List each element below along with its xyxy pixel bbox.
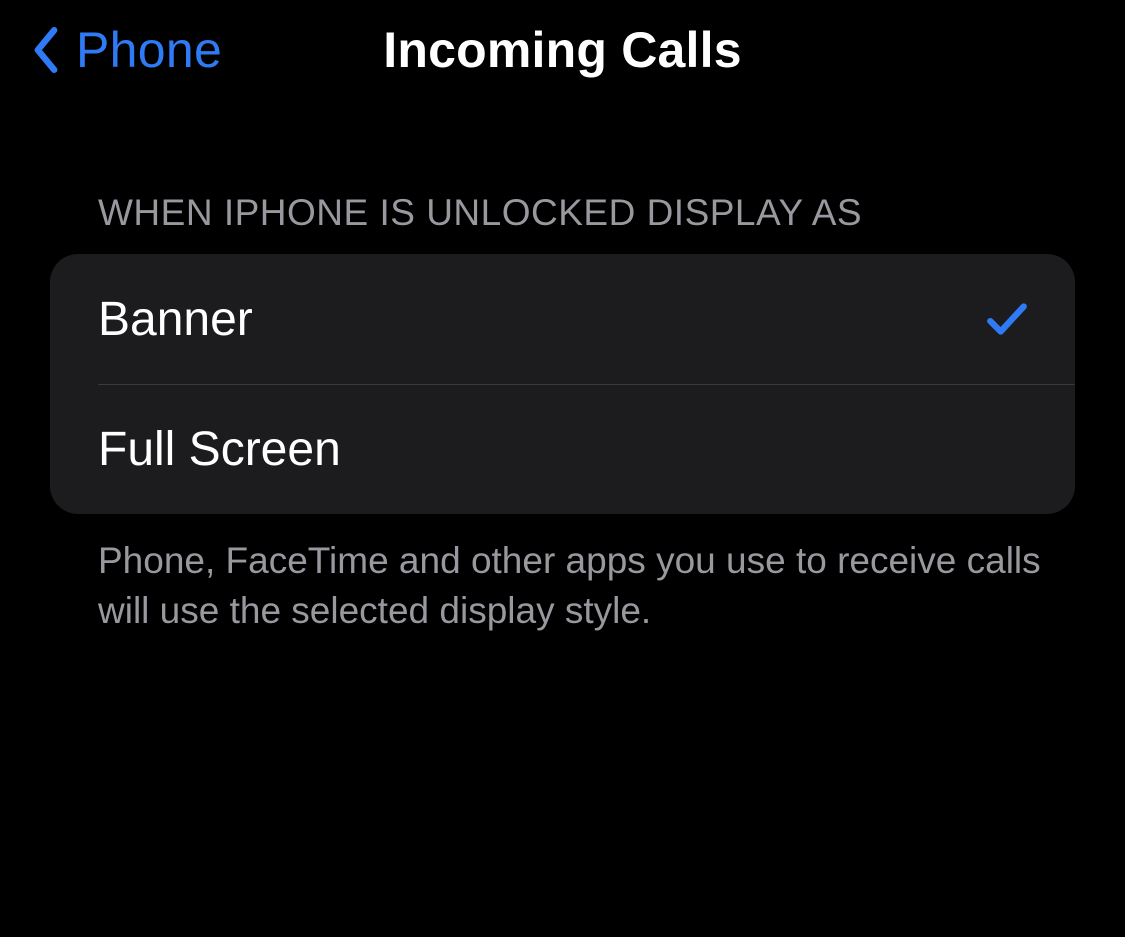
checkmark-icon	[983, 295, 1031, 343]
navigation-bar: Phone Incoming Calls	[0, 0, 1125, 100]
chevron-left-icon	[28, 22, 64, 78]
page-title: Incoming Calls	[383, 21, 741, 79]
section-footer: Phone, FaceTime and other apps you use t…	[98, 536, 1055, 636]
back-label: Phone	[76, 21, 222, 79]
section-header: WHEN IPHONE IS UNLOCKED DISPLAY AS	[98, 192, 1075, 234]
option-full-screen[interactable]: Full Screen	[50, 384, 1075, 514]
content: WHEN IPHONE IS UNLOCKED DISPLAY AS Banne…	[0, 192, 1125, 636]
option-banner[interactable]: Banner	[50, 254, 1075, 384]
display-style-group: Banner Full Screen	[50, 254, 1075, 514]
back-button[interactable]: Phone	[28, 21, 222, 79]
option-label: Banner	[98, 292, 253, 347]
option-label: Full Screen	[98, 422, 341, 477]
